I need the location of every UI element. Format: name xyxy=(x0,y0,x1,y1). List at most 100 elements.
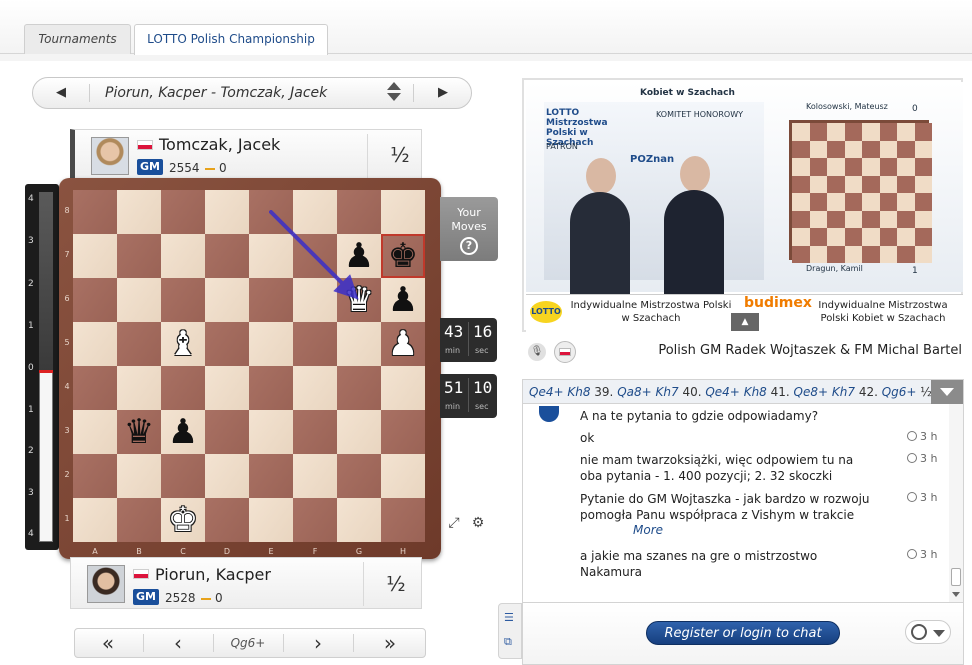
square-e2[interactable] xyxy=(249,454,293,498)
square-h1[interactable] xyxy=(381,498,425,542)
current-move[interactable]: Qg6+ xyxy=(215,629,281,657)
login-to-chat-button[interactable]: Register or login to chat xyxy=(646,621,840,645)
white-king-icon[interactable]: ♚ xyxy=(161,498,205,542)
square-d2[interactable] xyxy=(205,454,249,498)
square-g5[interactable] xyxy=(337,322,381,366)
square-g6[interactable]: ♛ xyxy=(337,278,381,322)
square-c5[interactable]: ♝ xyxy=(161,322,205,366)
square-c2[interactable] xyxy=(161,454,205,498)
move-link[interactable]: Qe8+ xyxy=(794,385,829,399)
square-b1[interactable] xyxy=(117,498,161,542)
square-g1[interactable] xyxy=(337,498,381,542)
square-g4[interactable] xyxy=(337,366,381,410)
square-b3[interactable]: ♛ xyxy=(117,410,161,454)
square-a3[interactable] xyxy=(73,410,117,454)
square-h4[interactable] xyxy=(381,366,425,410)
square-d1[interactable] xyxy=(205,498,249,542)
move-link[interactable]: Qa8+ xyxy=(617,385,652,399)
square-g2[interactable] xyxy=(337,454,381,498)
black-queen-icon[interactable]: ♛ xyxy=(117,410,161,454)
square-c3[interactable]: ♟ xyxy=(161,410,205,454)
square-a2[interactable] xyxy=(73,454,117,498)
square-g7[interactable]: ♟ xyxy=(337,234,381,278)
player-name[interactable]: Piorun, Kacper xyxy=(155,565,271,584)
game-select-arrows-icon[interactable] xyxy=(387,82,401,104)
square-h6[interactable]: ♟ xyxy=(381,278,425,322)
square-d8[interactable] xyxy=(205,190,249,234)
next-game-button[interactable]: ▶ xyxy=(423,78,463,108)
black-pawn-icon[interactable]: ♟ xyxy=(381,278,425,322)
tab-tournaments[interactable]: Tournaments xyxy=(24,24,131,54)
square-f4[interactable] xyxy=(293,366,337,410)
square-e1[interactable] xyxy=(249,498,293,542)
square-c6[interactable] xyxy=(161,278,205,322)
game-selector-title[interactable]: Piorun, Kacper - Tomczak, Jacek xyxy=(105,78,405,108)
square-f7[interactable] xyxy=(293,234,337,278)
white-queen-icon[interactable]: ♛ xyxy=(337,278,381,322)
square-d3[interactable] xyxy=(205,410,249,454)
square-a6[interactable] xyxy=(73,278,117,322)
square-f3[interactable] xyxy=(293,410,337,454)
square-g3[interactable] xyxy=(337,410,381,454)
square-b4[interactable] xyxy=(117,366,161,410)
square-a1[interactable] xyxy=(73,498,117,542)
black-pawn-icon[interactable]: ♟ xyxy=(337,234,381,278)
caption-toggle-button[interactable]: ▲ xyxy=(731,313,759,331)
move-link[interactable]: Kh8 xyxy=(567,385,590,399)
next-move-button[interactable]: › xyxy=(285,629,351,657)
white-pawn-icon[interactable]: ♟ xyxy=(381,322,425,366)
square-d5[interactable] xyxy=(205,322,249,366)
square-c1[interactable]: ♚ xyxy=(161,498,205,542)
square-d7[interactable] xyxy=(205,234,249,278)
square-e6[interactable] xyxy=(249,278,293,322)
square-f1[interactable] xyxy=(293,498,337,542)
more-link[interactable]: More xyxy=(631,523,666,537)
square-c4[interactable] xyxy=(161,366,205,410)
black-pawn-icon[interactable]: ♟ xyxy=(161,410,205,454)
square-e4[interactable] xyxy=(249,366,293,410)
last-move-button[interactable]: » xyxy=(355,629,425,657)
gear-icon[interactable]: ⚙ xyxy=(468,513,488,533)
square-h2[interactable] xyxy=(381,454,425,498)
square-d4[interactable] xyxy=(205,366,249,410)
move-link[interactable]: Kh8 xyxy=(744,385,767,399)
square-f5[interactable] xyxy=(293,322,337,366)
board-flip-icon[interactable]: ⤢ xyxy=(444,513,464,533)
language-select[interactable] xyxy=(905,620,951,644)
move-link[interactable]: Qe4+ xyxy=(529,385,564,399)
square-b2[interactable] xyxy=(117,454,161,498)
white-bishop-icon[interactable]: ♝ xyxy=(161,322,205,366)
scrollbar-thumb[interactable] xyxy=(951,568,961,586)
square-h5[interactable]: ♟ xyxy=(381,322,425,366)
square-e3[interactable] xyxy=(249,410,293,454)
video-player[interactable]: LOTTO Mistrzostwa Polski w Szachach Kobi… xyxy=(522,78,963,332)
square-h3[interactable] xyxy=(381,410,425,454)
square-a5[interactable] xyxy=(73,322,117,366)
list-icon[interactable]: ☰ xyxy=(504,612,518,624)
square-a4[interactable] xyxy=(73,366,117,410)
square-b7[interactable] xyxy=(117,234,161,278)
square-c7[interactable] xyxy=(161,234,205,278)
moves-ticker[interactable]: Qe4+ Kh8 39. Qa8+ Kh7 40. Qe4+ Kh8 41. Q… xyxy=(523,380,963,404)
move-link[interactable]: Qg6+ xyxy=(882,385,917,399)
square-d6[interactable] xyxy=(205,278,249,322)
square-f6[interactable] xyxy=(293,278,337,322)
square-f8[interactable] xyxy=(293,190,337,234)
chat-scrollbar[interactable] xyxy=(949,404,963,604)
scroll-down-icon[interactable] xyxy=(952,592,960,597)
square-b5[interactable] xyxy=(117,322,161,366)
square-h8[interactable] xyxy=(381,190,425,234)
square-h7[interactable]: ♚ xyxy=(381,234,425,278)
poland-flag-icon[interactable] xyxy=(554,341,576,363)
moves-dropdown-button[interactable] xyxy=(931,380,963,404)
square-a7[interactable] xyxy=(73,234,117,278)
tab-lotto-polish-championship[interactable]: LOTTO Polish Championship xyxy=(134,24,328,55)
square-e5[interactable] xyxy=(249,322,293,366)
your-moves-button[interactable]: Your Moves ? xyxy=(440,197,498,261)
player-name[interactable]: Tomczak, Jacek xyxy=(159,135,280,154)
move-link[interactable]: Kh7 xyxy=(656,385,679,399)
link-icon[interactable]: ⧉ xyxy=(504,636,518,648)
square-g8[interactable] xyxy=(337,190,381,234)
prev-game-button[interactable]: ◀ xyxy=(41,78,81,108)
square-c8[interactable] xyxy=(161,190,205,234)
